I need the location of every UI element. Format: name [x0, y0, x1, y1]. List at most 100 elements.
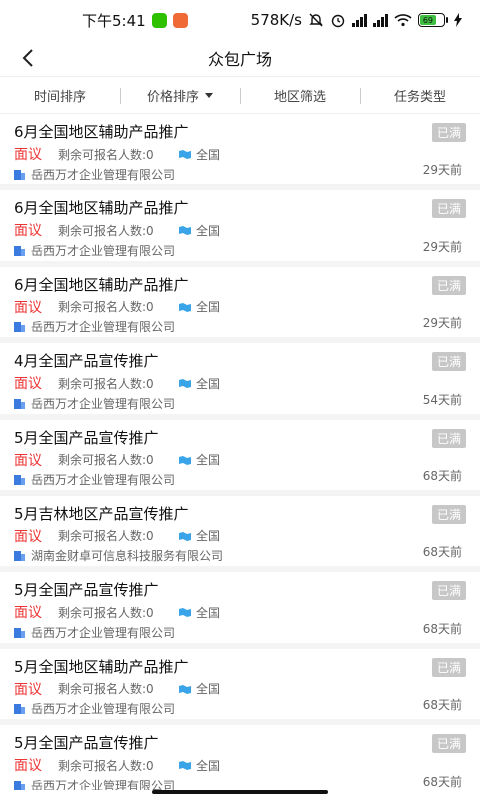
task-time: 68天前 [422, 545, 462, 560]
map-icon [179, 302, 191, 312]
task-remaining: 剩余可报名人数:0 [58, 453, 154, 468]
task-title: 5月全国产品宣传推广 [14, 734, 159, 753]
map-icon [179, 150, 191, 159]
status-bar: 下午5:41 578K/s 69 [0, 0, 480, 40]
task-region: 全国 [196, 605, 221, 620]
task-remaining: 剩余可报名人数:0 [58, 300, 154, 315]
task-price: 面议 [14, 681, 42, 698]
task-company: 岳西万才企业管理有限公司 [31, 702, 176, 717]
network-speed: 578K/s [250, 11, 302, 29]
signal-hd-icon [373, 13, 388, 27]
task-time: 29天前 [422, 316, 462, 331]
status-right: 578K/s 69 [251, 11, 462, 29]
task-time: 68天前 [422, 774, 462, 789]
status-badge: 已满 [431, 504, 466, 524]
status-left: 下午5:41 [82, 10, 188, 31]
task-region: 全国 [196, 682, 221, 697]
map-icon [179, 226, 191, 236]
home-indicator[interactable] [152, 790, 328, 794]
task-company: 岳西万才企业管理有限公司 [31, 320, 176, 335]
task-remaining: 剩余可报名人数:0 [58, 529, 154, 544]
company-icon [14, 780, 25, 790]
task-price: 面议 [14, 376, 42, 393]
status-badge: 已满 [431, 199, 466, 219]
task-region: 全国 [196, 300, 221, 315]
task-company: 岳西万才企业管理有限公司 [31, 473, 176, 488]
task-time: 68天前 [422, 698, 462, 713]
task-price: 面议 [14, 605, 42, 622]
task-price: 面议 [14, 223, 42, 240]
caret-down-icon [205, 92, 213, 98]
wifi-icon [394, 14, 412, 27]
task-remaining: 剩余可报名人数:0 [58, 758, 154, 773]
task-card[interactable]: 6月全国地区辅助产品推广 已满 面议 剩余可报名人数:0 全国 岳西万才企业管理有限… [0, 267, 480, 344]
filter-task-type[interactable]: 任务类型 [360, 86, 480, 105]
task-card[interactable]: 5月吉林地区产品宣传推广 已满 面议 剩余可报名人数:0 全国 湖南金财卓可信息科技… [0, 496, 480, 573]
map-icon [179, 684, 191, 694]
map-icon [179, 455, 191, 465]
task-price: 面议 [14, 452, 42, 469]
task-region: 全国 [196, 529, 221, 544]
status-badge: 已满 [431, 275, 466, 295]
alarm-icon [331, 14, 345, 28]
task-company: 岳西万才企业管理有限公司 [31, 167, 176, 182]
task-remaining: 剩余可报名人数:0 [58, 147, 154, 162]
task-region: 全国 [196, 758, 221, 773]
status-badge: 已满 [431, 657, 466, 677]
task-title: 4月全国产品宣传推广 [14, 352, 159, 371]
filter-label: 地区筛选 [273, 89, 326, 105]
task-company: 岳西万才企业管理有限公司 [31, 243, 176, 258]
task-remaining: 剩余可报名人数:0 [58, 376, 154, 391]
task-time: 29天前 [422, 239, 462, 254]
task-card[interactable]: 6月全国地区辅助产品推广 已满 面议 剩余可报名人数:0 全国 岳西万才企业管理有限… [0, 114, 480, 191]
filter-time-sort[interactable]: 时间排序 [0, 86, 120, 105]
status-time: 下午5:41 [82, 11, 146, 30]
app-icon [172, 12, 188, 28]
map-icon [179, 531, 191, 541]
company-icon [14, 475, 25, 486]
task-card[interactable]: 5月全国产品宣传推广 已满 面议 剩余可报名人数:0 全国 岳西万才企业管理有限公司… [0, 725, 480, 790]
task-time: 54天前 [422, 392, 462, 407]
task-title: 6月全国地区辅助产品推广 [14, 123, 189, 141]
map-icon [179, 761, 191, 771]
company-icon [14, 627, 25, 638]
page-title: 众包广场 [207, 50, 272, 69]
task-price: 面议 [14, 528, 42, 545]
task-price: 面议 [14, 299, 42, 316]
filter-region[interactable]: 地区筛选 [240, 86, 360, 105]
task-title: 5月吉林地区产品宣传推广 [14, 504, 189, 523]
task-card[interactable]: 4月全国产品宣传推广 已满 面议 剩余可报名人数:0 全国 岳西万才企业管理有限公司… [0, 343, 480, 420]
task-region: 全国 [196, 376, 221, 391]
company-icon [14, 398, 25, 409]
battery-icon: 69 [418, 13, 448, 27]
filter-bar: 时间排序 价格排序 地区筛选 任务类型 [0, 76, 480, 114]
task-title: 5月全国产品宣传推广 [14, 581, 159, 600]
task-card[interactable]: 6月全国地区辅助产品推广 已满 面议 剩余可报名人数:0 全国 岳西万才企业管理有限… [0, 190, 480, 267]
task-time: 29天前 [422, 163, 462, 178]
task-remaining: 剩余可报名人数:0 [58, 223, 154, 238]
task-card[interactable]: 5月全国产品宣传推广 已满 面议 剩余可报名人数:0 全国 岳西万才企业管理有限公司… [0, 572, 480, 649]
task-card[interactable]: 5月全国地区辅助产品推广 已满 面议 剩余可报名人数:0 全国 岳西万才企业管理有限… [0, 649, 480, 726]
status-badge: 已满 [431, 123, 466, 142]
task-company: 岳西万才企业管理有限公司 [31, 625, 176, 640]
filter-label: 价格排序 [146, 89, 199, 105]
task-region: 全国 [196, 223, 221, 238]
filter-price-sort[interactable]: 价格排序 [120, 86, 240, 105]
task-company: 湖南金财卓可信息科技服务有限公司 [31, 549, 224, 564]
map-icon [179, 608, 191, 618]
task-title: 6月全国地区辅助产品推广 [14, 199, 189, 218]
filter-label: 时间排序 [33, 89, 86, 105]
back-button[interactable] [10, 40, 46, 76]
status-badge: 已满 [431, 734, 466, 754]
task-remaining: 剩余可报名人数:0 [58, 682, 154, 697]
task-remaining: 剩余可报名人数:0 [58, 605, 154, 620]
task-title: 5月全国地区辅助产品推广 [14, 657, 189, 676]
task-card[interactable]: 5月全国产品宣传推广 已满 面议 剩余可报名人数:0 全国 岳西万才企业管理有限公司… [0, 420, 480, 496]
task-list: 6月全国地区辅助产品推广 已满 面议 剩余可报名人数:0 全国 岳西万才企业管理有限… [0, 114, 480, 790]
status-badge: 已满 [431, 581, 466, 601]
task-company: 岳西万才企业管理有限公司 [31, 778, 176, 790]
task-title: 5月全国产品宣传推广 [14, 428, 159, 447]
status-badge: 已满 [431, 352, 466, 372]
bell-off-icon [309, 13, 323, 27]
task-price: 面议 [14, 147, 42, 163]
